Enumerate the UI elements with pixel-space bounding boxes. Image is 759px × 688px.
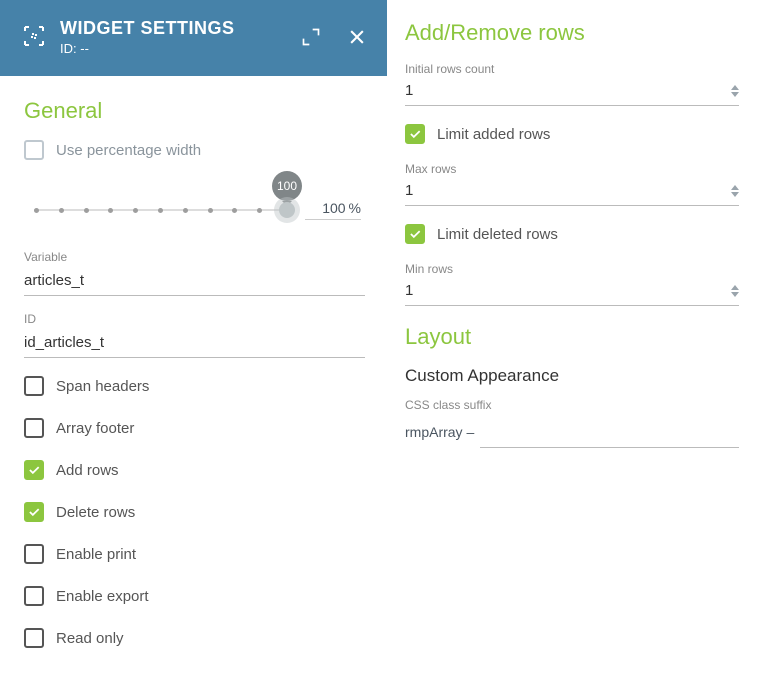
expand-icon[interactable] xyxy=(301,27,321,47)
option-checkbox-2[interactable] xyxy=(24,460,44,480)
option-checkbox-3[interactable] xyxy=(24,502,44,522)
limit-deleted-checkbox[interactable] xyxy=(405,224,425,244)
panel-id: ID: -- xyxy=(60,41,301,56)
max-rows-input[interactable]: 1 xyxy=(405,180,739,206)
max-rows-label: Max rows xyxy=(405,162,739,176)
addremove-section-title: Add/Remove rows xyxy=(405,20,739,46)
option-checkbox-0[interactable] xyxy=(24,376,44,396)
spinner-arrows-icon[interactable] xyxy=(731,85,739,97)
css-suffix-input[interactable] xyxy=(480,420,739,448)
close-icon[interactable] xyxy=(347,27,367,47)
id-label: ID xyxy=(24,312,365,326)
use-percentage-checkbox[interactable] xyxy=(24,140,44,160)
use-percentage-label: Use percentage width xyxy=(56,142,201,159)
option-label-1: Array footer xyxy=(56,420,134,437)
option-label-4: Enable print xyxy=(56,546,136,563)
spinner-arrows-icon[interactable] xyxy=(731,185,739,197)
css-prefix-text: rmpArray – xyxy=(405,424,474,440)
limit-added-label: Limit added rows xyxy=(437,126,550,143)
option-checkbox-4[interactable] xyxy=(24,544,44,564)
css-suffix-label: CSS class suffix xyxy=(405,398,739,412)
variable-input[interactable] xyxy=(24,268,365,296)
slider-tooltip: 100 xyxy=(272,171,302,201)
option-checkbox-5[interactable] xyxy=(24,586,44,606)
widget-settings-icon xyxy=(22,24,46,51)
variable-label: Variable xyxy=(24,250,365,264)
option-checkbox-6[interactable] xyxy=(24,628,44,648)
option-label-0: Span headers xyxy=(56,378,149,395)
min-rows-input[interactable]: 1 xyxy=(405,280,739,306)
id-input[interactable] xyxy=(24,330,365,358)
panel-title: WIDGET SETTINGS xyxy=(60,18,301,39)
option-label-6: Read only xyxy=(56,630,124,647)
spinner-arrows-icon[interactable] xyxy=(731,285,739,297)
initial-rows-input[interactable]: 1 xyxy=(405,80,739,106)
slider-handle[interactable] xyxy=(279,202,295,218)
custom-appearance-title: Custom Appearance xyxy=(405,366,739,386)
limit-added-checkbox[interactable] xyxy=(405,124,425,144)
option-label-2: Add rows xyxy=(56,462,119,479)
width-slider[interactable]: 100 100 % xyxy=(34,200,361,220)
option-label-5: Enable export xyxy=(56,588,149,605)
option-label-3: Delete rows xyxy=(56,504,135,521)
option-checkbox-1[interactable] xyxy=(24,418,44,438)
panel-header: WIDGET SETTINGS ID: -- xyxy=(0,0,387,76)
min-rows-label: Min rows xyxy=(405,262,739,276)
general-section-title: General xyxy=(24,98,365,124)
initial-rows-label: Initial rows count xyxy=(405,62,739,76)
limit-deleted-label: Limit deleted rows xyxy=(437,226,558,243)
layout-section-title: Layout xyxy=(405,324,739,350)
slider-value-display: 100 % xyxy=(305,200,361,220)
